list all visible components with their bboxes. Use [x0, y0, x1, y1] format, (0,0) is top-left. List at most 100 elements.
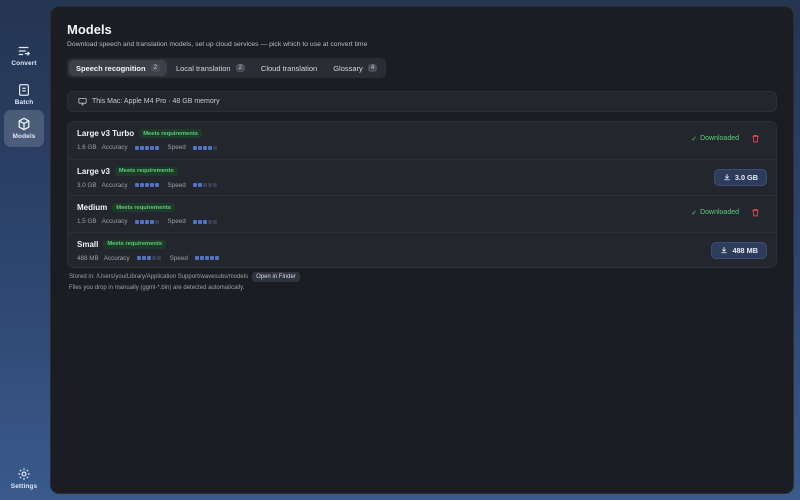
model-row-large-v3: Large v3 Meets requirements 3.0 GB Accuracy… [68, 158, 776, 196]
rating-dot [141, 256, 146, 260]
main-panel: Models Download speech and translation m… [50, 6, 794, 494]
download-button[interactable]: 488 MB [711, 241, 767, 259]
sidebar: Convert Batch Models Settings [0, 0, 50, 500]
rating-dot [154, 183, 159, 187]
rating-dot [149, 219, 154, 224]
monitor-icon [78, 98, 87, 106]
rating-dot [192, 183, 197, 187]
rating-dot [197, 145, 202, 150]
speed-label: Speed [167, 144, 186, 151]
downloaded-label: Downloaded [700, 209, 739, 216]
speed-label: Speed [169, 254, 188, 262]
tab-count: 2 [150, 64, 160, 72]
accuracy-label: Accuracy [101, 181, 128, 189]
model-name-row: Large v3 Turbo Meets requirements [77, 129, 202, 138]
download-icon [724, 174, 730, 181]
storage-location: Stored in: /Users/you/Library/Applicatio… [69, 272, 300, 282]
tab-local-translation[interactable]: Local translation 2 [169, 60, 252, 76]
sidebar-item-label: Settings [10, 482, 38, 490]
page-title: Models [67, 22, 112, 37]
sidebar-item-label: Models [12, 133, 36, 140]
model-row-large-v3-turbo: Large v3 Turbo Meets requirements 1.6 GB Ac… [68, 122, 776, 159]
trash-icon[interactable] [751, 134, 760, 143]
tab-label: Speech recognition [76, 63, 146, 73]
accuracy-label: Accuracy [101, 144, 128, 151]
model-size: 1.6 GB [77, 144, 97, 151]
gear-icon [18, 467, 30, 480]
model-name: Large v3 Turbo [77, 129, 135, 138]
sidebar-item-label: Batch [14, 98, 34, 106]
model-row-small: Small Meets requirements 488 MB Accuracy Spe… [68, 231, 776, 269]
speed-label: Speed [167, 181, 186, 189]
tab-label: Cloud translation [260, 63, 318, 73]
model-name-row: Large v3 Meets requirements [77, 166, 178, 176]
rating-dot [151, 256, 156, 260]
accuracy-rating [134, 219, 159, 224]
sidebar-item-convert[interactable]: Convert [4, 36, 44, 74]
rating-dot [144, 183, 149, 187]
manual-files-note: Files you drop in manually (ggml-*.bin) … [69, 285, 245, 291]
model-name-row: Medium Meets requirements [77, 203, 176, 212]
tab-label: Glossary [333, 63, 363, 73]
model-name-row: Small Meets requirements [77, 239, 167, 249]
sidebar-item-label: Convert [11, 59, 37, 67]
page-subtitle: Download speech and translation models, … [67, 41, 368, 48]
rating-dot [139, 219, 144, 224]
rating-dot [134, 183, 139, 187]
rating-dot [144, 145, 149, 150]
rating-dot [212, 219, 217, 224]
accuracy-rating [134, 145, 159, 150]
rating-dot [149, 145, 154, 150]
rating-dot [212, 145, 217, 150]
model-meta: 1.6 GB Accuracy Speed [77, 144, 217, 151]
rating-dot [202, 145, 207, 150]
tab-cloud-translation[interactable]: Cloud translation [254, 60, 324, 76]
sidebar-item-batch[interactable]: Batch [4, 75, 44, 113]
batch-icon [19, 83, 29, 96]
model-size: 3.0 GB [77, 181, 97, 189]
rating-dot [136, 256, 141, 260]
speed-rating [194, 256, 219, 260]
model-name: Large v3 [77, 166, 110, 176]
sidebar-item-models[interactable]: Models [4, 110, 44, 147]
rating-dot [134, 219, 139, 224]
speed-rating [192, 183, 217, 187]
rating-dot [192, 145, 197, 150]
model-row-medium: Medium Meets requirements 1.5 GB Accuracy Sp… [68, 195, 776, 232]
rating-dot [207, 219, 212, 224]
speed-label: Speed [167, 218, 186, 225]
model-meta: 1.5 GB Accuracy Speed [77, 218, 217, 225]
requirements-badge: Meets requirements [114, 166, 178, 176]
model-size: 488 MB [77, 254, 99, 262]
download-button[interactable]: 3.0 GB [713, 168, 767, 186]
machine-info-bar: This Mac: Apple M4 Pro · 48 GB memory [67, 91, 777, 112]
storage-path: Stored in: /Users/you/Library/Applicatio… [69, 274, 249, 280]
tab-bar: Speech recognition 2 Local translation 2… [67, 58, 387, 78]
model-name: Small [77, 239, 99, 249]
rating-dot [192, 219, 197, 224]
tab-count: 2 [235, 64, 245, 72]
rating-dot [202, 183, 207, 187]
rating-dot [214, 256, 219, 260]
rating-dot [156, 256, 161, 260]
rating-dot [212, 183, 217, 187]
rating-dot [202, 219, 207, 224]
tab-speech-recognition[interactable]: Speech recognition 2 [69, 60, 167, 76]
rating-dot [154, 219, 159, 224]
sidebar-item-settings[interactable]: Settings [4, 459, 44, 497]
accuracy-label: Accuracy [103, 254, 130, 262]
rating-dot [144, 219, 149, 224]
trash-icon[interactable] [751, 208, 760, 217]
tab-glossary[interactable]: Glossary 4 [326, 60, 384, 76]
downloaded-status: ✓ Downloaded [691, 209, 739, 217]
speed-rating [192, 219, 217, 224]
rating-dot [146, 256, 151, 260]
model-status: ✓ Downloaded [691, 134, 760, 143]
rating-dot [139, 183, 144, 187]
model-status: ✓ Downloaded [691, 208, 760, 217]
requirements-badge: Meets requirements [112, 203, 176, 212]
rating-dot [149, 183, 154, 187]
model-list: Large v3 Turbo Meets requirements 1.6 GB Ac… [67, 121, 777, 268]
open-in-finder-button[interactable]: Open in Finder [252, 272, 300, 282]
checkmark-icon: ✓ [691, 209, 698, 217]
